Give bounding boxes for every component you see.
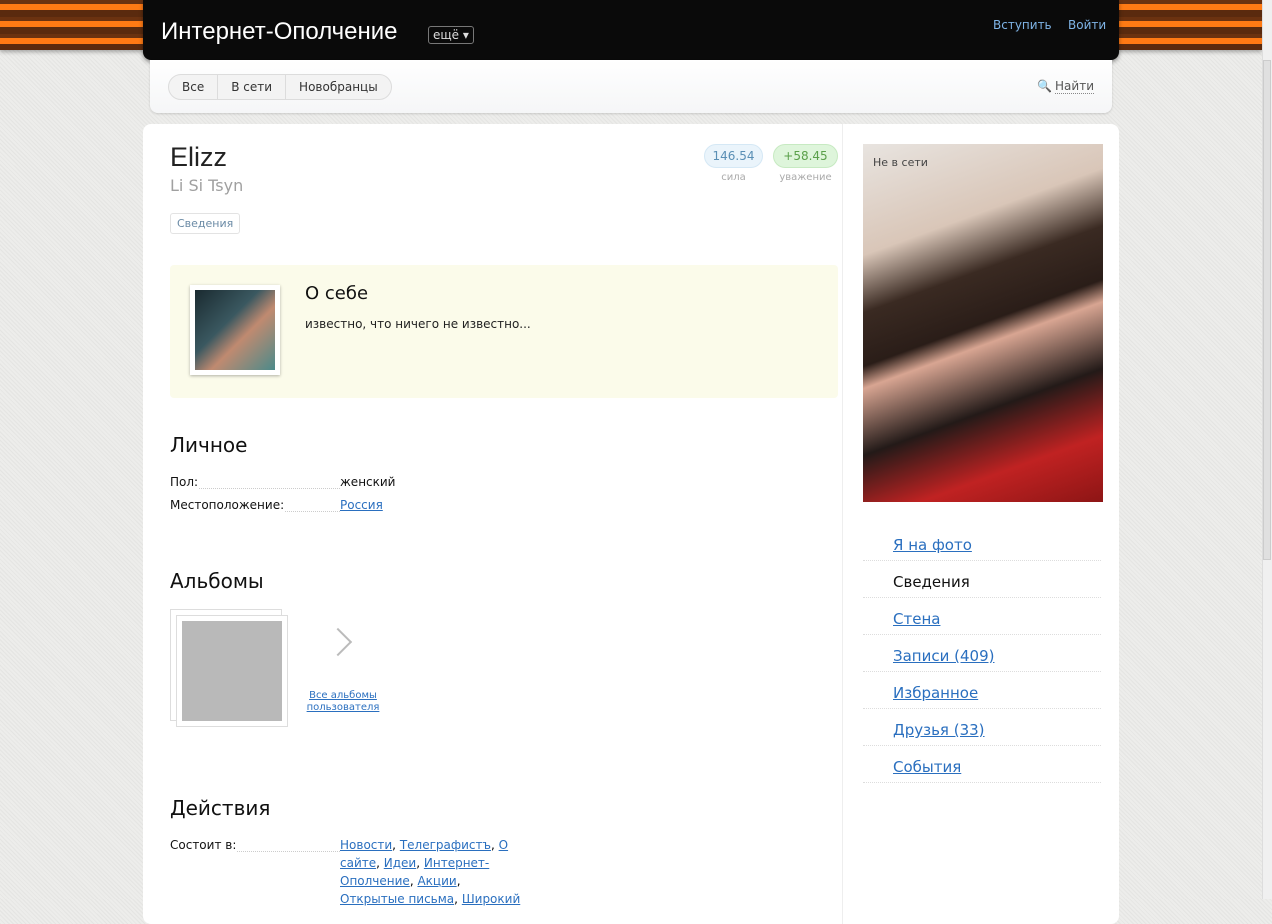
actions-heading: Действия [170,796,271,820]
login-link[interactable]: Войти [1068,18,1106,32]
gender-label: Пол: [170,475,199,489]
location-row: Местоположение: Россия [170,498,510,512]
nav-posts[interactable]: Записи (409) [893,647,994,665]
gender-row: Пол: женский [170,475,510,489]
group-link[interactable]: Новости [340,838,392,852]
avatar-thumbnail[interactable] [190,285,280,375]
profile-card: Elizz Li Si Tsyn Сведения 146.54 сила +5… [143,124,1119,924]
nav-events[interactable]: События [893,758,961,776]
albums-heading: Альбомы [170,569,264,593]
online-status: Не в сети [873,156,928,169]
power-badge: 146.54 [704,144,763,168]
scrollbar-thumb[interactable] [1263,60,1271,560]
chevron-right-icon[interactable] [323,627,353,657]
group-link[interactable]: Телеграфистъ [400,838,491,852]
nav-favorites[interactable]: Избранное [893,684,978,702]
location-label: Местоположение: [170,498,285,512]
location-link[interactable]: Россия [340,498,383,512]
profile-realname: Li Si Tsyn [170,176,244,195]
power-label: сила [721,172,746,183]
about-section: О себе известно, что ничего не известно.… [170,265,838,398]
filter-tabs: Все В сети Новобранцы [168,74,392,100]
nav-wall[interactable]: Стена [893,610,940,628]
group-link[interactable]: Идеи [384,856,416,870]
nav-friends[interactable]: Друзья (33) [893,721,985,739]
subnav: Все В сети Новобранцы 🔍 Найти [150,60,1112,113]
about-text: известно, что ничего не известно... [305,317,531,331]
profile-sidebar-nav: Я на фото Сведения Стена Записи (409) Из… [863,524,1101,783]
group-link[interactable]: Широкий [462,892,520,906]
profile-photo[interactable]: Не в сети [863,144,1103,502]
member-row: Состоит в: [170,838,340,852]
groups-list: Новости, Телеграфистъ, О сайте, Идеи, Ин… [340,838,521,906]
all-albums-link[interactable]: Все альбомы пользователя [303,690,383,714]
personal-heading: Личное [170,433,248,457]
tab-all[interactable]: Все [169,75,219,99]
member-label: Состоит в: [170,838,237,852]
nav-info-active[interactable]: Сведения [893,573,970,591]
scrollbar[interactable] [1262,0,1272,899]
join-link[interactable]: Вступить [993,18,1052,32]
nav-photos[interactable]: Я на фото [893,536,972,554]
tab-info[interactable]: Сведения [170,213,241,234]
profile-name: Elizz [170,142,228,172]
respect-badge: +58.45 [773,144,838,168]
site-logo[interactable]: Интернет-Ополчение [161,18,398,46]
divider [842,124,843,924]
top-header: Интернет-Ополчение ещё ▾ Вступить Войти [143,0,1119,60]
group-link[interactable]: Открытые письма [340,892,454,906]
gender-value: женский [340,475,396,489]
respect-label: уважение [779,172,832,183]
about-title: О себе [305,283,369,304]
album-thumbnail[interactable] [170,609,288,727]
more-dropdown[interactable]: ещё ▾ [428,26,474,44]
group-link[interactable]: Акции [417,874,456,888]
find-link[interactable]: Найти [1055,79,1094,94]
tab-recruits[interactable]: Новобранцы [286,75,391,99]
tab-online[interactable]: В сети [218,75,287,99]
search-icon[interactable]: 🔍 [1037,79,1052,93]
